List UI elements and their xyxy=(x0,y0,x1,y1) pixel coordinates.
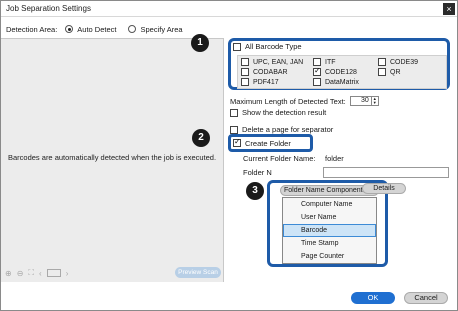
barcode-code128-label: CODE128 xyxy=(325,68,357,76)
barcode-code39-label: CODE39 xyxy=(390,58,419,66)
page-indicator[interactable] xyxy=(46,269,61,277)
show-detection-result-label: Show the detection result xyxy=(242,108,327,117)
barcode-type-grid: UPC, EAN, JAN ITF CODE39 CODABAR CODE128 xyxy=(237,55,447,89)
step-badge-2: 2 xyxy=(192,129,210,147)
auto-detect-radio[interactable]: Auto Detect xyxy=(65,25,116,34)
settings-pane: All Barcode Type UPC, EAN, JAN ITF CODE3… xyxy=(228,38,454,282)
max-length-row: Maximum Length of Detected Text: 30 ▲ ▼ xyxy=(230,96,379,106)
max-length-input[interactable]: 30 xyxy=(349,96,372,106)
preview-toolbar: ⊕ ⊖ ⛶ ‹ › xyxy=(5,268,73,278)
barcode-qr-label: QR xyxy=(390,68,401,76)
barcode-pdf417-label: PDF417 xyxy=(253,78,279,86)
radio-unselected-icon xyxy=(128,25,137,33)
component-option-time-stamp[interactable]: Time Stamp xyxy=(283,237,376,250)
max-length-label: Maximum Length of Detected Text: xyxy=(230,96,346,106)
specify-area-label: Specify Area xyxy=(140,24,183,34)
component-option-page-counter[interactable]: Page Counter xyxy=(283,250,376,263)
folder-name-label: Folder N xyxy=(243,168,272,177)
checkbox-empty-icon xyxy=(241,68,249,76)
barcode-pdf417-checkbox[interactable]: PDF417 xyxy=(241,78,279,86)
specify-area-radio[interactable]: Specify Area xyxy=(128,24,183,34)
create-folder-frame: Create Folder xyxy=(228,134,313,152)
barcode-type-section: All Barcode Type UPC, EAN, JAN ITF CODE3… xyxy=(228,38,450,90)
delete-separator-page-checkbox[interactable]: Delete a page for separator xyxy=(230,125,333,134)
barcode-codabar-checkbox[interactable]: CODABAR xyxy=(241,68,288,76)
ok-button[interactable]: OK xyxy=(351,292,395,304)
all-barcode-type-label: All Barcode Type xyxy=(245,42,302,51)
checkbox-empty-icon xyxy=(313,58,321,66)
all-barcode-type-checkbox[interactable]: All Barcode Type xyxy=(233,42,302,51)
auto-detect-message: Barcodes are automatically detected when… xyxy=(8,153,217,162)
barcode-code128-checkbox[interactable]: CODE128 xyxy=(313,66,357,76)
details-button[interactable]: Details xyxy=(362,183,406,194)
create-folder-label: Create Folder xyxy=(245,138,291,148)
component-option-barcode[interactable]: Barcode xyxy=(283,224,376,237)
checkbox-empty-icon xyxy=(313,78,321,86)
checkbox-empty-icon xyxy=(233,42,241,51)
step-badge-3: 3 xyxy=(246,182,264,200)
barcode-datamatrix-label: DataMatrix xyxy=(325,78,359,86)
show-detection-result-checkbox[interactable]: Show the detection result xyxy=(230,108,326,117)
preview-scan-button[interactable]: Preview Scan xyxy=(175,267,221,278)
fit-icon[interactable]: ⛶ xyxy=(28,268,34,278)
folder-name-input[interactable] xyxy=(323,167,449,178)
checkbox-empty-icon xyxy=(241,78,249,86)
prev-page-icon[interactable]: ‹ xyxy=(39,269,42,278)
radio-selected-icon xyxy=(65,25,74,33)
component-option-user-name[interactable]: User Name xyxy=(283,211,376,224)
checkbox-checked-icon xyxy=(233,137,241,147)
preview-pane: Barcodes are automatically detected when… xyxy=(1,38,224,282)
job-separation-dialog: Job Separation Settings × Detection Area… xyxy=(0,0,458,311)
cancel-button[interactable]: Cancel xyxy=(404,292,448,304)
checkbox-empty-icon xyxy=(378,58,386,66)
detection-area-row: Detection Area: Auto Detect Specify Area xyxy=(6,23,195,35)
checkbox-empty-icon xyxy=(230,125,238,134)
component-option-computer-name[interactable]: Computer Name xyxy=(283,198,376,211)
barcode-qr-checkbox[interactable]: QR xyxy=(378,68,401,76)
checkbox-empty-icon xyxy=(230,108,238,117)
window-title: Job Separation Settings xyxy=(6,4,91,13)
barcode-upc-label: UPC, EAN, JAN xyxy=(253,58,304,66)
barcode-datamatrix-checkbox[interactable]: DataMatrix xyxy=(313,78,359,86)
step-badge-1: 1 xyxy=(191,34,209,52)
title-bar: Job Separation Settings × xyxy=(1,1,457,17)
barcode-code39-checkbox[interactable]: CODE39 xyxy=(378,58,418,66)
barcode-itf-checkbox[interactable]: ITF xyxy=(313,58,336,66)
barcode-upc-checkbox[interactable]: UPC, EAN, JAN xyxy=(241,58,303,66)
current-folder-name-value: folder xyxy=(325,154,344,163)
checkbox-checked-icon xyxy=(313,66,321,76)
create-folder-checkbox[interactable]: Create Folder xyxy=(233,137,291,148)
checkbox-empty-icon xyxy=(241,58,249,66)
delete-separator-page-label: Delete a page for separator xyxy=(242,125,334,134)
checkbox-empty-icon xyxy=(378,68,386,76)
barcode-itf-label: ITF xyxy=(325,58,336,66)
auto-detect-label: Auto Detect xyxy=(77,24,117,34)
max-length-spinner[interactable]: ▲ ▼ xyxy=(371,96,379,106)
detection-area-label: Detection Area: xyxy=(6,24,58,34)
close-button[interactable]: × xyxy=(443,3,455,15)
zoom-in-icon[interactable]: ⊕ xyxy=(5,269,12,278)
zoom-out-icon[interactable]: ⊖ xyxy=(17,269,24,278)
folder-components-dropdown: Computer Name User Name Barcode Time Sta… xyxy=(282,197,377,264)
next-page-icon[interactable]: › xyxy=(66,269,69,278)
barcode-codabar-label: CODABAR xyxy=(253,68,288,76)
current-folder-name-label: Current Folder Name: xyxy=(243,154,316,163)
